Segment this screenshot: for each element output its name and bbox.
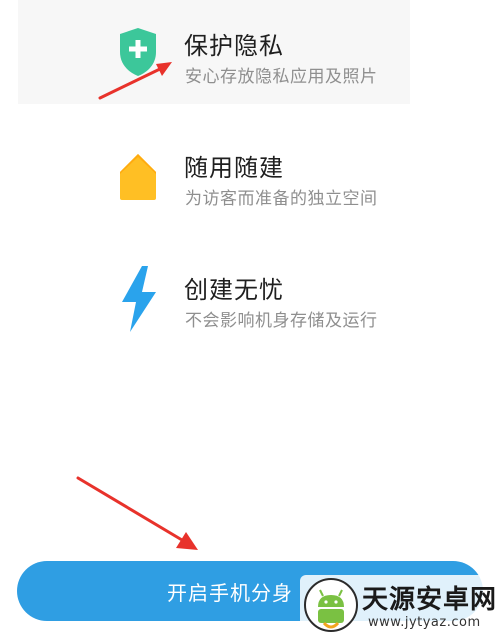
watermark-name: 天源安卓网: [362, 585, 498, 615]
feature-worry-free: 创建无忧 不会影响机身存储及运行: [118, 266, 418, 340]
feature-title: 创建无忧: [184, 276, 284, 304]
feature-subtitle: 不会影响机身存储及运行: [185, 311, 378, 331]
annotation-arrow-bottom: [76, 476, 198, 550]
feature-title: 随用随建: [184, 154, 284, 182]
watermark-url: www.jytyaz.com: [368, 615, 481, 630]
feature-create-on-demand: 随用随建 为访客而准备的独立空间: [118, 148, 418, 218]
lightning-icon: [122, 266, 156, 332]
feature-subtitle: 安心存放隐私应用及照片: [185, 67, 378, 87]
feature-title: 保护隐私: [184, 32, 284, 60]
feature-subtitle: 为访客而准备的独立空间: [185, 189, 378, 209]
site-watermark: 天源安卓网 www.jytyaz.com: [300, 575, 500, 639]
feature-protect-privacy: 保护隐私 安心存放隐私应用及照片: [118, 26, 418, 96]
shield-plus-icon: [120, 28, 156, 76]
house-icon: [120, 154, 156, 200]
android-logo-icon: [304, 578, 358, 632]
